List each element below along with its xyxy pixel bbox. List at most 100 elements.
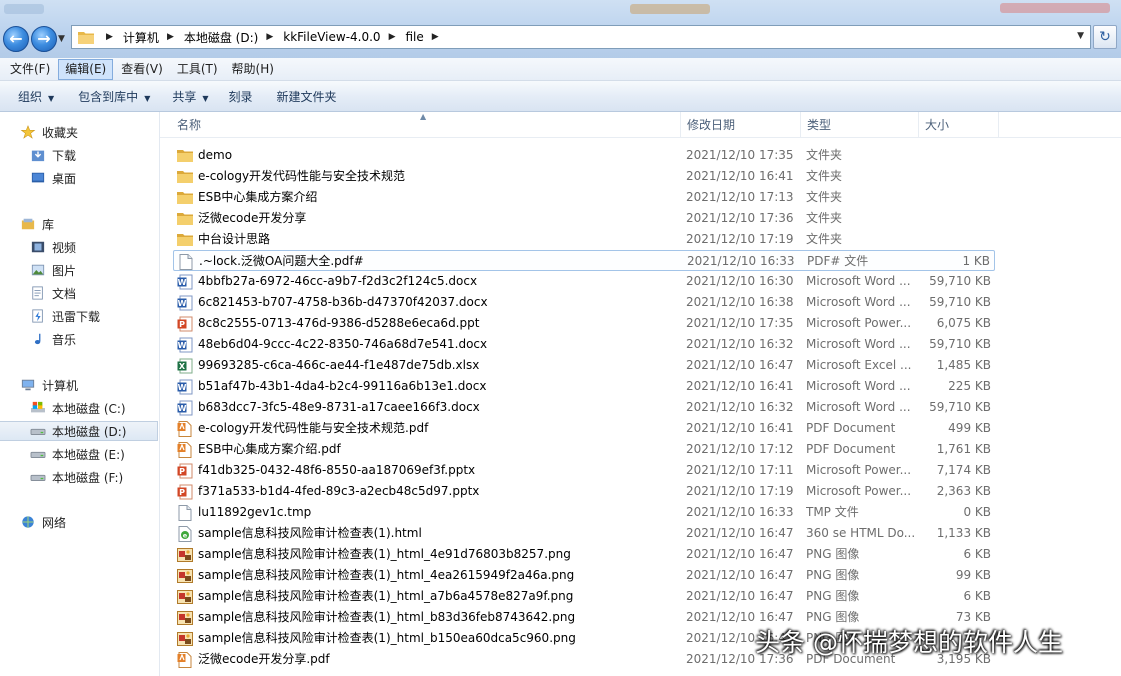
breadcrumb-separator-icon[interactable]: ▶	[389, 32, 396, 42]
file-name: sample信息科技风险审计检查表(1)_html_4ea2615949f2a4…	[198, 568, 575, 582]
file-size: 1,485 KB	[936, 358, 991, 372]
file-date: 2021/12/10 17:36	[686, 211, 794, 225]
breadcrumb-file[interactable]: file	[406, 30, 424, 44]
drive-icon	[30, 428, 46, 435]
nav-network-label: 网络	[42, 515, 67, 530]
file-row[interactable]: W 6c821453-b707-4758-b36b-d47370f42037.do…	[173, 292, 995, 313]
svg-text:W: W	[178, 299, 187, 308]
file-row[interactable]: Pf371a533-b1d4-4fed-89c3-a2ecb48c5d97.pp…	[173, 481, 995, 502]
file-type: PNG 图像	[806, 547, 860, 561]
address-history-dropdown-icon[interactable]: ▼	[1077, 31, 1084, 41]
file-row[interactable]: Wb51af47b-43b1-4da4-b2c4-99116a6b13e1.do…	[173, 376, 995, 397]
file-name: 中台设计思路	[198, 232, 271, 246]
chevron-down-icon: ▼	[48, 93, 55, 103]
file-row[interactable]: P 8c8c2555-0713-476d-9386-d5288e6eca6d.pp…	[173, 313, 995, 334]
include-in-library-label: 包含到库中	[78, 89, 139, 104]
file-date: 2021/12/10 16:47	[686, 568, 794, 582]
file-row[interactable]: sample信息科技风险审计检查表(1)_html_a7b6a4578e827a…	[173, 586, 995, 607]
file-type: PDF Document	[806, 442, 896, 456]
file-row[interactable]: sample信息科技风险审计检查表(1)_html_4e91d76803b825…	[173, 544, 995, 565]
file-type: Microsoft Excel ...	[806, 358, 912, 372]
file-date: 2021/12/10 16:41	[686, 421, 794, 435]
breadcrumb-separator-icon[interactable]: ▶	[106, 32, 113, 42]
nav-computer[interactable]: 计算机	[20, 375, 178, 395]
file-row[interactable]: X 99693285-c6ca-466c-ae44-f1e487de75db.xl…	[173, 355, 995, 376]
pdf-icon	[177, 652, 192, 668]
file-row[interactable]: ESB中心集成方案介绍.pdf 2021/12/10 17:12 PDF Docum…	[173, 439, 995, 460]
new-folder-button[interactable]: 新建文件夹	[269, 88, 345, 105]
word-icon: W	[177, 337, 193, 353]
menu-help[interactable]: 帮助(H)	[226, 59, 280, 80]
forward-arrow-icon: →	[37, 29, 51, 48]
breadcrumb-drive-d[interactable]: 本地磁盘 (D:)	[184, 29, 258, 46]
file-row[interactable]: Wb683dcc7-3fc5-48e9-8731-a17caee166f3.do…	[173, 397, 995, 418]
menu-file[interactable]: 文件(F)	[4, 59, 56, 80]
thunder-folder-icon	[32, 309, 43, 323]
nav-favorites[interactable]: 收藏夹	[20, 122, 178, 142]
pictures-icon	[31, 264, 45, 276]
file-row[interactable]: .~lock.泛微OA问题大全.pdf# 2021/12/10 16:33 PDF#…	[173, 250, 995, 271]
file-date: 2021/12/10 16:47	[686, 547, 794, 561]
file-row[interactable]: 中台设计思路 2021/12/10 17:19 文件夹	[173, 229, 995, 250]
file-name: sample信息科技风险审计检查表(1)_html_a7b6a4578e827a…	[198, 589, 574, 603]
menu-tools[interactable]: 工具(T)	[171, 59, 224, 80]
file-row[interactable]: Pf41db325-0432-48f6-8550-aa187069ef3f.pp…	[173, 460, 995, 481]
file-row[interactable]: lu11892gev1c.tmp 2021/12/10 16:33 TMP 文件 0 …	[173, 502, 995, 523]
file-row[interactable]: demo 2021/12/10 17:35 文件夹	[173, 145, 995, 166]
breadcrumb-separator-icon[interactable]: ▶	[266, 32, 273, 42]
recent-pages-dropdown[interactable]: ▼	[58, 34, 65, 44]
forward-button[interactable]: →	[31, 26, 57, 52]
sort-ascending-icon: ▲	[420, 112, 427, 121]
file-row[interactable]: ESB中心集成方案介绍 2021/12/10 17:13 文件夹	[173, 187, 995, 208]
column-type[interactable]: 类型	[801, 112, 919, 138]
nav-libraries[interactable]: 库	[20, 214, 178, 234]
refresh-button[interactable]: ↻	[1093, 25, 1117, 49]
file-row[interactable]: sample信息科技风险审计检查表(1)_html_4ea2615949f2a4…	[173, 565, 995, 586]
file-name: 8c8c2555-0713-476d-9386-d5288e6eca6d.ppt	[198, 316, 480, 330]
image-icon	[177, 632, 193, 646]
file-size: 1,133 KB	[936, 526, 991, 540]
computer-icon	[21, 379, 35, 391]
file-type: 文件夹	[806, 169, 843, 183]
organize-button[interactable]: 组织 ▼	[10, 88, 62, 105]
svg-text:X: X	[179, 362, 186, 371]
column-size[interactable]: 大小	[919, 112, 999, 138]
file-date: 2021/12/10 16:33	[686, 505, 794, 519]
back-button[interactable]: ←	[3, 26, 29, 52]
breadcrumb-kkfileview[interactable]: kkFileView-4.0.0	[283, 30, 380, 44]
title-blur	[630, 4, 710, 14]
svg-text:W: W	[178, 404, 187, 413]
file-row[interactable]: W 48eb6d04-9ccc-4c22-8350-746a68d7e541.do…	[173, 334, 995, 355]
include-in-library-button[interactable]: 包含到库中 ▼	[70, 88, 158, 105]
menu-edit[interactable]: 编辑(E)	[58, 58, 114, 80]
breadcrumb-separator-icon[interactable]: ▶	[167, 32, 174, 42]
svg-text:P: P	[179, 467, 185, 476]
share-label: 共享	[172, 89, 197, 104]
nav-network[interactable]: 网络	[20, 512, 178, 532]
folder-icon	[177, 192, 193, 204]
file-name: ESB中心集成方案介绍.pdf	[198, 442, 341, 456]
column-date[interactable]: 修改日期	[681, 112, 801, 138]
file-row[interactable]: 泛微ecode开发分享 2021/12/10 17:36 文件夹	[173, 208, 995, 229]
file-type: 360 se HTML Do...	[806, 526, 916, 540]
breadcrumb: ▶ 计算机 ▶ 本地磁盘 (D:) ▶ kkFileView-4.0.0 ▶ f…	[98, 26, 449, 48]
breadcrumb-separator-icon[interactable]: ▶	[432, 32, 439, 42]
burn-button[interactable]: 刻录	[221, 88, 261, 105]
blank-file-icon	[179, 254, 193, 270]
file-type: Microsoft Word ...	[806, 274, 911, 288]
file-row[interactable]: e-cology开发代码性能与安全技术规范 2021/12/10 16:41 文件夹	[173, 166, 995, 187]
file-row[interactable]: W 4bbfb27a-6972-46cc-a9b7-f2d3c2f124c5.do…	[173, 271, 995, 292]
file-size: 59,710 KB	[929, 295, 991, 309]
image-icon	[177, 569, 193, 583]
share-button[interactable]: 共享 ▼	[164, 88, 216, 105]
ppt-icon: P	[177, 484, 193, 500]
file-row[interactable]: e-cology开发代码性能与安全技术规范.pdf 2021/12/10 16:4…	[173, 418, 995, 439]
address-bar[interactable]: ▶ 计算机 ▶ 本地磁盘 (D:) ▶ kkFileView-4.0.0 ▶ f…	[71, 25, 1091, 49]
breadcrumb-computer[interactable]: 计算机	[123, 29, 159, 46]
nav-item-drive-d[interactable]: 本地磁盘 (D:)	[0, 421, 158, 441]
word-icon: W	[177, 295, 193, 311]
file-date: 2021/12/10 17:13	[686, 190, 794, 204]
menu-view[interactable]: 查看(V)	[115, 59, 169, 80]
nav-item-label: 迅雷下载	[52, 309, 101, 324]
file-row[interactable]: e sample信息科技风险审计检查表(1).html 2021/12/10 16:…	[173, 523, 995, 544]
